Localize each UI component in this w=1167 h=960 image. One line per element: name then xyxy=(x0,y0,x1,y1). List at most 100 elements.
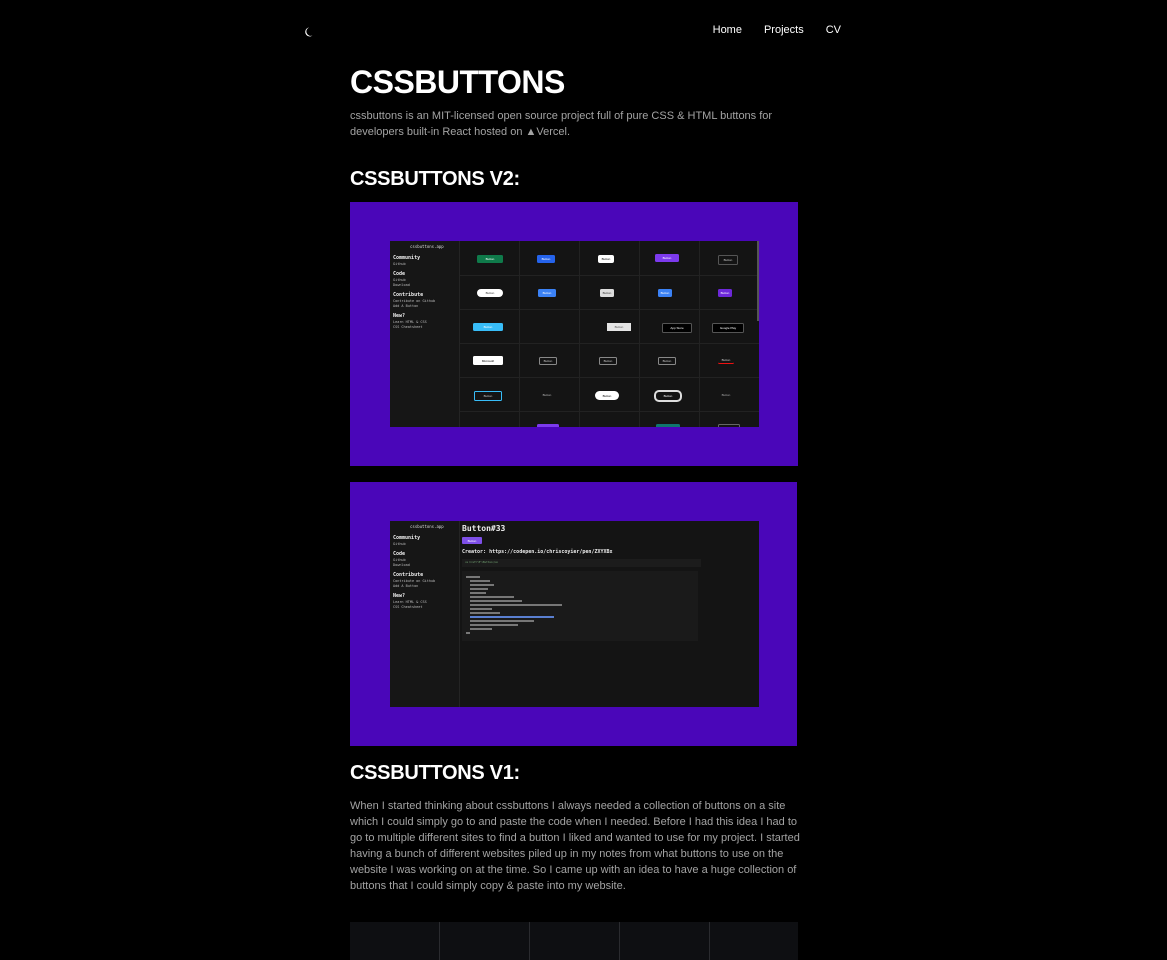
demo-button: Button xyxy=(658,289,672,297)
button-detail-title: Button#33 xyxy=(462,524,506,533)
app-window: cssbuttons.app Community Github Code Git… xyxy=(390,241,759,427)
code-line xyxy=(470,600,522,602)
code-line xyxy=(470,592,486,594)
sidebar-link: Github xyxy=(393,278,406,282)
demo-button: Button xyxy=(718,289,732,297)
scrollbar xyxy=(757,241,759,321)
nav-link-cv[interactable]: CV xyxy=(826,24,841,36)
sidebar-link: Add A Button xyxy=(393,584,419,588)
demo-button: Button xyxy=(477,255,503,263)
main-content: CSSBUTTONS cssbuttons is an MIT-licensed… xyxy=(350,60,800,960)
sidebar-heading: Code xyxy=(393,551,406,557)
code-line xyxy=(470,604,562,606)
demo-microsoft-button: Microsoft xyxy=(473,356,503,365)
grid-divider xyxy=(460,275,759,276)
moon-icon xyxy=(305,27,313,37)
demo-button: Button xyxy=(538,289,556,297)
sidebar-heading: Code xyxy=(393,271,406,277)
app-window: cssbuttons.app Community Github Code Git… xyxy=(390,521,759,707)
app-sidebar: cssbuttons.app Community Github Code Git… xyxy=(390,521,460,707)
sidebar-link: Github xyxy=(393,262,406,266)
sidebar-heading: Contribute xyxy=(393,292,424,298)
demo-button: Button xyxy=(539,357,557,365)
page-title: CSSBUTTONS xyxy=(350,64,565,100)
demo-button: Button xyxy=(721,393,731,397)
sidebar-link: Contribute on Github xyxy=(393,299,436,303)
demo-button-partial xyxy=(718,424,740,427)
grid-divider xyxy=(529,922,530,960)
project-description: cssbuttons is an MIT-licensed open sourc… xyxy=(350,108,800,140)
app-logo: cssbuttons.app xyxy=(410,524,444,529)
demo-button-partial xyxy=(537,424,559,427)
sidebar-link: Download xyxy=(393,563,410,567)
code-line xyxy=(470,584,494,586)
grid-divider xyxy=(460,377,759,378)
code-line xyxy=(470,628,492,630)
grid-divider xyxy=(709,922,710,960)
sidebar-link: Github xyxy=(393,542,406,546)
v2-heading: CSSBUTTONS V2: xyxy=(350,168,520,190)
code-line xyxy=(470,616,554,618)
demo-button: Button xyxy=(599,357,617,365)
sidebar-link: CSS Cheatsheet xyxy=(393,605,423,609)
code-line xyxy=(470,624,518,626)
demo-button: Button xyxy=(718,357,734,364)
grid-divider xyxy=(619,922,620,960)
demo-button: Button xyxy=(658,357,676,365)
sidebar-heading: Community xyxy=(393,255,421,261)
v2-screenshot-grid: cssbuttons.app Community Github Code Git… xyxy=(350,202,798,466)
sidebar-link: Download xyxy=(393,283,410,287)
demo-button: Button xyxy=(542,393,552,397)
code-line xyxy=(470,608,492,610)
code-line xyxy=(470,580,490,582)
sidebar-heading: New? xyxy=(393,313,406,319)
app-logo: cssbuttons.app xyxy=(410,244,444,249)
code-line xyxy=(470,588,488,590)
sidebar-link: Contribute on Github xyxy=(393,579,436,583)
grid-divider xyxy=(460,343,759,344)
grid-divider xyxy=(639,241,640,427)
grid-divider xyxy=(460,411,759,412)
demo-button: Button xyxy=(600,289,614,297)
sidebar-link: Learn HTML & CSS xyxy=(393,600,427,604)
button-creator-link: Creator: https://codepen.io/chriscoyier/… xyxy=(462,549,613,555)
html-code-snippet: <a href="#">Button</a> xyxy=(462,559,701,567)
v1-description: When I started thinking about cssbuttons… xyxy=(350,800,800,892)
nav-link-home[interactable]: Home xyxy=(713,24,742,36)
demo-button: Button xyxy=(477,289,503,297)
code-line xyxy=(470,620,534,622)
grid-divider xyxy=(519,241,520,427)
top-nav: Home Projects CV xyxy=(691,24,841,36)
v2-screenshot-detail: cssbuttons.app Community Github Code Git… xyxy=(350,482,797,746)
sidebar-heading: Community xyxy=(393,535,421,541)
vercel-label: Vercel. xyxy=(536,126,571,138)
sidebar-link: Learn HTML & CSS xyxy=(393,320,427,324)
grid-divider xyxy=(439,922,440,960)
demo-button: Button xyxy=(462,537,482,544)
demo-google-play-button: Google Play xyxy=(712,323,744,333)
sidebar-link: Github xyxy=(393,558,406,562)
demo-button: Button xyxy=(537,255,555,263)
v1-heading: CSSBUTTONS V1: xyxy=(350,762,520,784)
nav-link-projects[interactable]: Projects xyxy=(764,24,804,36)
vercel-triangle-icon: ▲ xyxy=(525,126,537,138)
grid-divider xyxy=(579,241,580,427)
demo-button: Button xyxy=(718,255,738,265)
code-line xyxy=(470,612,500,614)
code-line xyxy=(470,596,514,598)
v1-screenshot xyxy=(350,922,798,960)
sidebar-link: Add A Button xyxy=(393,304,419,308)
grid-divider xyxy=(460,309,759,310)
theme-toggle-button[interactable] xyxy=(303,25,317,39)
sidebar-heading: New? xyxy=(393,593,406,599)
sidebar-heading: Contribute xyxy=(393,572,424,578)
demo-button: Button xyxy=(607,323,631,331)
app-sidebar: cssbuttons.app Community Github Code Git… xyxy=(390,241,460,427)
grid-divider xyxy=(699,241,700,427)
button-grid: Button Button Button Button Button Butto… xyxy=(460,241,759,427)
demo-button: Button xyxy=(595,391,619,400)
demo-button: Button xyxy=(655,254,679,262)
code-line xyxy=(466,632,470,634)
css-code-block xyxy=(462,571,698,641)
sidebar-link: CSS Cheatsheet xyxy=(393,325,423,329)
